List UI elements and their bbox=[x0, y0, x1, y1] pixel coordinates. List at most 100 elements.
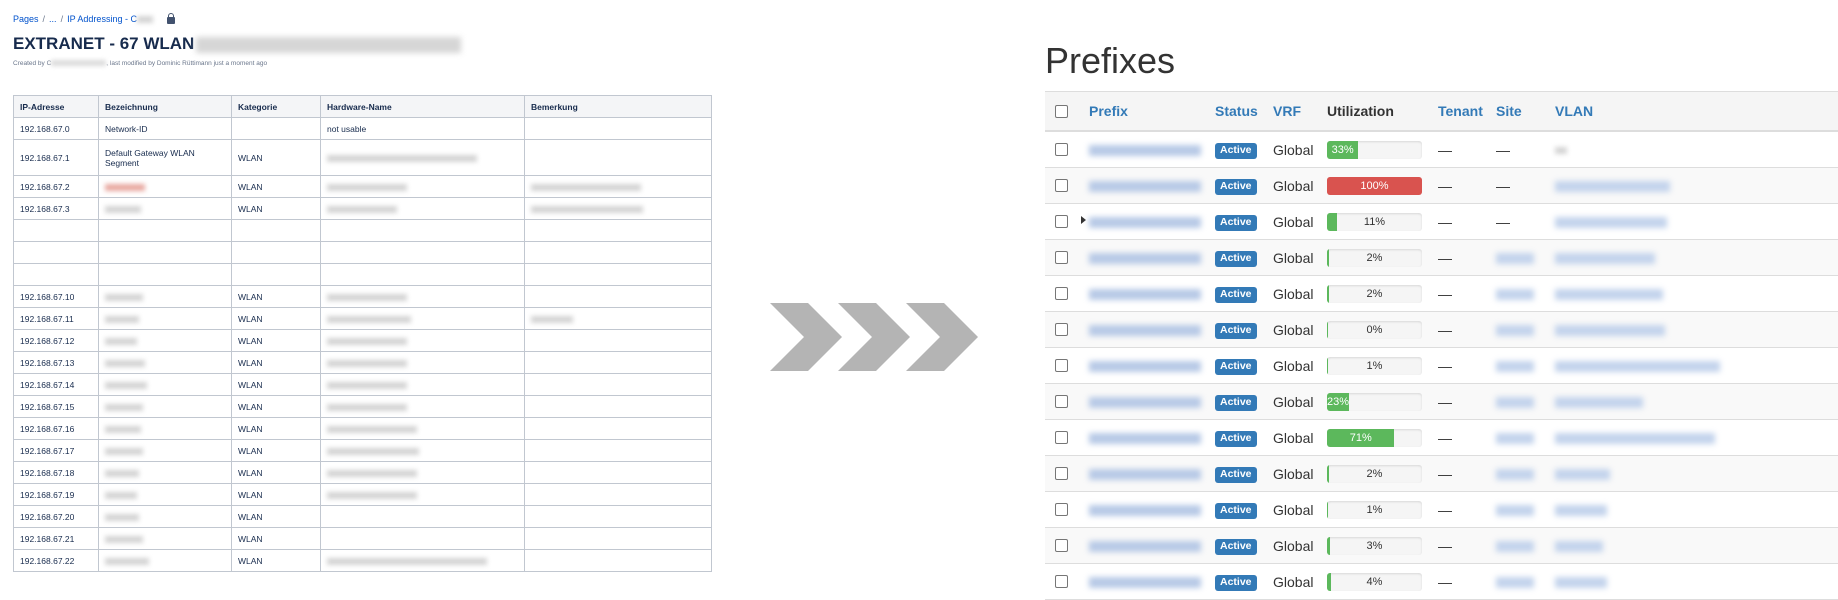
breadcrumb-ellipsis-link[interactable]: ... bbox=[49, 14, 57, 24]
breadcrumb-pages-link[interactable]: Pages bbox=[13, 14, 39, 24]
prefix-link[interactable] bbox=[1089, 253, 1201, 265]
vlan-link[interactable] bbox=[1555, 181, 1670, 193]
prefix-link[interactable] bbox=[1089, 469, 1201, 481]
prefix-link[interactable] bbox=[1089, 541, 1201, 553]
row-select-cell bbox=[1045, 143, 1089, 156]
row-checkbox[interactable] bbox=[1055, 431, 1068, 444]
redacted-text bbox=[327, 205, 397, 213]
utilization-cell: 71% bbox=[1327, 428, 1438, 447]
site-link[interactable] bbox=[1496, 469, 1534, 481]
prefix-link[interactable] bbox=[1089, 181, 1201, 193]
vlan-link[interactable] bbox=[1555, 253, 1655, 265]
site-cell bbox=[1496, 322, 1555, 338]
redacted-text bbox=[327, 425, 417, 433]
prefix-link[interactable] bbox=[1089, 577, 1201, 589]
site-link[interactable] bbox=[1496, 541, 1534, 553]
vlan-link[interactable] bbox=[1555, 325, 1665, 337]
site-link[interactable] bbox=[1496, 433, 1534, 445]
table-cell-ip: 192.168.67.2 bbox=[13, 175, 99, 198]
table-cell-hardware bbox=[320, 175, 525, 198]
vlan-value bbox=[1555, 147, 1567, 155]
column-vlan-sort[interactable]: VLAN bbox=[1555, 103, 1593, 119]
row-checkbox[interactable] bbox=[1055, 251, 1068, 264]
prefix-link[interactable] bbox=[1089, 289, 1201, 301]
vlan-link[interactable] bbox=[1555, 289, 1663, 301]
column-vrf-sort[interactable]: VRF bbox=[1273, 103, 1301, 119]
vlan-link[interactable] bbox=[1555, 469, 1610, 481]
redacted-text bbox=[105, 205, 141, 213]
breadcrumb-parent-link[interactable]: IP Addressing - C bbox=[67, 14, 153, 24]
table-cell-bemerkung bbox=[524, 307, 712, 330]
prefix-link[interactable] bbox=[1089, 217, 1201, 229]
prefix-link[interactable] bbox=[1089, 397, 1201, 409]
table-cell-hardware bbox=[320, 139, 525, 176]
row-checkbox[interactable] bbox=[1055, 179, 1068, 192]
row-select-cell bbox=[1045, 575, 1089, 588]
site-link[interactable] bbox=[1496, 253, 1534, 265]
table-cell-bemerkung bbox=[524, 139, 712, 176]
row-select-cell bbox=[1045, 359, 1089, 372]
tenant-cell: — bbox=[1438, 501, 1452, 518]
row-checkbox[interactable] bbox=[1055, 359, 1068, 372]
row-checkbox[interactable] bbox=[1055, 575, 1068, 588]
vrf-cell: Global bbox=[1273, 393, 1314, 410]
vlan-link[interactable] bbox=[1555, 217, 1667, 229]
site-link[interactable] bbox=[1496, 361, 1534, 373]
vlan-link[interactable] bbox=[1555, 505, 1607, 517]
row-checkbox[interactable] bbox=[1055, 539, 1068, 552]
row-checkbox[interactable] bbox=[1055, 287, 1068, 300]
site-link[interactable] bbox=[1496, 577, 1534, 589]
table-cell-bezeichnung bbox=[98, 175, 232, 198]
column-tenant-sort[interactable]: Tenant bbox=[1438, 103, 1483, 119]
row-checkbox[interactable] bbox=[1055, 323, 1068, 336]
table-cell-hardware bbox=[320, 461, 525, 484]
prefix-link[interactable] bbox=[1089, 325, 1201, 337]
vlan-link[interactable] bbox=[1555, 541, 1603, 553]
table-cell-bemerkung bbox=[524, 417, 712, 440]
column-status-sort[interactable]: Status bbox=[1215, 103, 1258, 119]
vlan-link[interactable] bbox=[1555, 577, 1607, 589]
column-header: Bemerkung bbox=[524, 95, 712, 118]
row-select-cell bbox=[1045, 395, 1089, 408]
row-checkbox[interactable] bbox=[1055, 395, 1068, 408]
select-all-checkbox[interactable] bbox=[1055, 104, 1068, 118]
site-link[interactable] bbox=[1496, 397, 1534, 409]
row-checkbox[interactable] bbox=[1055, 215, 1068, 228]
redacted-text bbox=[105, 359, 145, 367]
utilization-label: 2% bbox=[1366, 287, 1383, 300]
vlan-cell bbox=[1555, 142, 1838, 158]
column-site-sort[interactable]: Site bbox=[1496, 103, 1522, 119]
prefix-link[interactable] bbox=[1089, 505, 1201, 517]
table-cell-ip: 192.168.67.1 bbox=[13, 139, 99, 176]
table-cell-bemerkung bbox=[524, 395, 712, 418]
prefix-link[interactable] bbox=[1089, 145, 1201, 157]
prefix-cell bbox=[1089, 250, 1215, 266]
row-checkbox[interactable] bbox=[1055, 467, 1068, 480]
row-checkbox[interactable] bbox=[1055, 503, 1068, 516]
row-checkbox[interactable] bbox=[1055, 143, 1068, 156]
table-row: 192.168.67.2 WLAN bbox=[13, 175, 712, 198]
prefix-link[interactable] bbox=[1089, 433, 1201, 445]
table-cell-bemerkung bbox=[524, 373, 712, 396]
column-prefix-sort[interactable]: Prefix bbox=[1089, 103, 1128, 119]
site-link[interactable] bbox=[1496, 325, 1534, 337]
vlan-link[interactable] bbox=[1555, 361, 1720, 373]
prefix-link[interactable] bbox=[1089, 361, 1201, 373]
row-select-cell bbox=[1045, 215, 1089, 228]
table-cell-hardware bbox=[320, 197, 525, 220]
table-cell-bezeichnung bbox=[98, 483, 232, 506]
column-header: Kategorie bbox=[231, 95, 321, 118]
site-cell bbox=[1496, 574, 1555, 590]
redacted-text bbox=[327, 183, 407, 191]
site-link[interactable] bbox=[1496, 505, 1534, 517]
vlan-link[interactable] bbox=[1555, 433, 1715, 445]
expand-caret-icon[interactable] bbox=[1081, 216, 1086, 224]
lock-icon[interactable] bbox=[166, 12, 175, 24]
utilization-bar: 23% bbox=[1327, 392, 1422, 411]
tenant-cell: — bbox=[1438, 141, 1452, 158]
table-cell-hardware bbox=[320, 373, 525, 396]
vlan-link[interactable] bbox=[1555, 397, 1643, 409]
table-cell-hardware bbox=[320, 527, 525, 550]
site-link[interactable] bbox=[1496, 289, 1534, 301]
table-cell-ip: 192.168.67.20 bbox=[13, 505, 99, 528]
